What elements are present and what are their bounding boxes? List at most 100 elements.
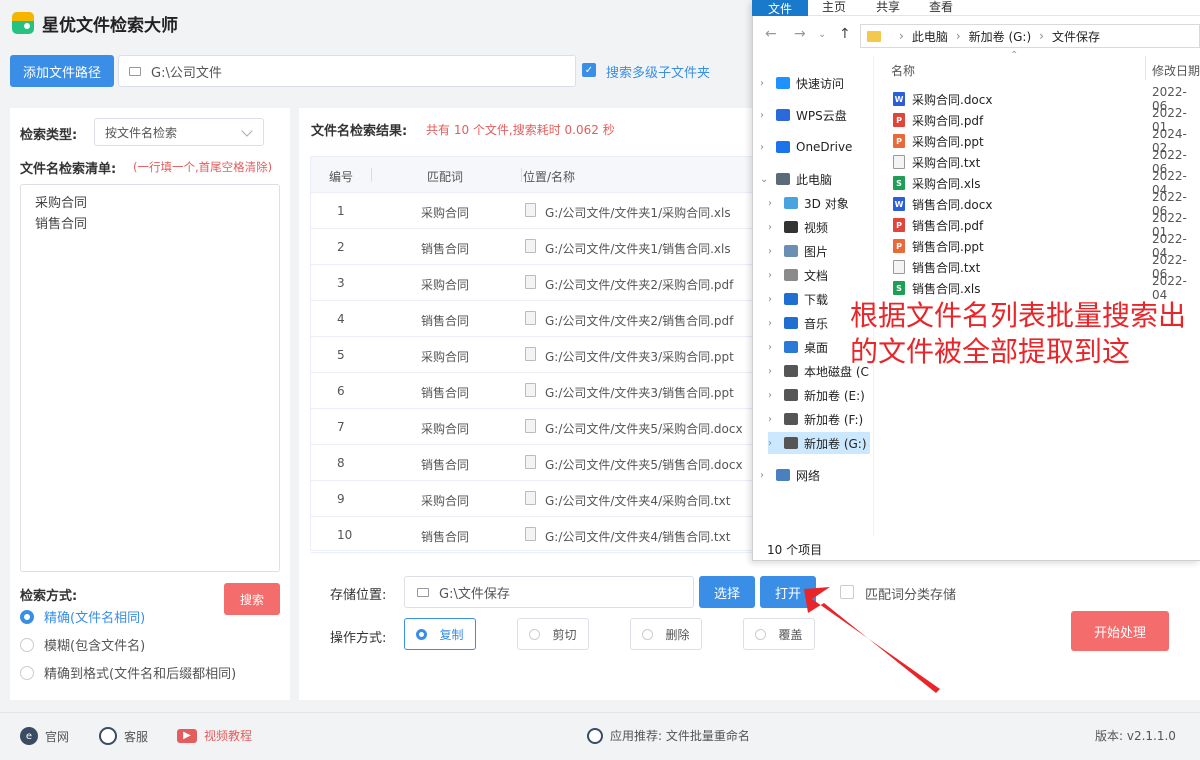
- search-type-select[interactable]: 按文件名检索: [94, 118, 264, 146]
- chevron-right-icon[interactable]: ›: [768, 318, 778, 329]
- cell-path: G:/公司文件/文件夹2/采购合同.pdf: [545, 278, 734, 292]
- table-row[interactable]: 6 销售合同 G:/公司文件/文件夹3/销售合同.ppt: [311, 373, 759, 409]
- cell-word: 销售合同: [421, 530, 470, 544]
- radio-icon: [416, 628, 428, 640]
- column-header-date[interactable]: 修改日期: [1152, 62, 1200, 79]
- nav-item[interactable]: › OneDrive: [760, 136, 870, 158]
- table-row[interactable]: 5 采购合同 G:/公司文件/文件夹3/采购合同.ppt: [311, 337, 759, 373]
- nav-item[interactable]: › 网络: [760, 464, 870, 486]
- breadcrumb-item[interactable]: 文件保存: [1052, 28, 1100, 45]
- chevron-right-icon[interactable]: ›: [760, 110, 770, 121]
- mode-label-text: 模糊(包含文件名): [44, 639, 146, 654]
- search-button[interactable]: 搜索: [224, 583, 280, 615]
- table-row[interactable]: 7 采购合同 G:/公司文件/文件夹5/采购合同.docx: [311, 409, 759, 445]
- drive-icon: [784, 413, 798, 425]
- service-link[interactable]: 客服: [99, 727, 148, 745]
- file-name: 销售合同.ppt: [912, 239, 984, 254]
- video-tutorial-link[interactable]: ▶ 视频教程: [177, 727, 252, 744]
- folder-icon: [867, 30, 881, 42]
- chevron-right-icon[interactable]: ›: [760, 78, 770, 89]
- chevron-right-icon[interactable]: ›: [768, 366, 778, 377]
- file-name: 采购合同.docx: [912, 92, 993, 107]
- nav-item[interactable]: › 新加卷 (E:): [768, 384, 870, 406]
- radio-icon: [755, 628, 767, 640]
- chevron-right-icon[interactable]: ›: [768, 438, 778, 449]
- chevron-right-icon[interactable]: ›: [768, 222, 778, 233]
- add-file-path-button[interactable]: 添加文件路径: [10, 55, 114, 87]
- table-row[interactable]: 1 采购合同 G:/公司文件/文件夹1/采购合同.xls: [311, 193, 759, 229]
- op-copy-radio[interactable]: 复制: [404, 618, 476, 650]
- table-row[interactable]: 8 销售合同 G:/公司文件/文件夹5/销售合同.docx: [311, 445, 759, 481]
- nav-item[interactable]: › WPS云盘: [760, 104, 870, 126]
- subfolder-label[interactable]: 搜索多级子文件夹: [606, 62, 710, 81]
- breadcrumb-item[interactable]: 新加卷 (G:): [969, 28, 1032, 45]
- file-type-icon: P: [893, 134, 905, 148]
- filename-list-textarea[interactable]: 采购合同 销售合同: [20, 184, 280, 572]
- recommend-link[interactable]: 应用推荐: 文件批量重命名: [587, 727, 750, 744]
- path-field[interactable]: G:\公司文件: [118, 55, 576, 87]
- chevron-right-icon[interactable]: ›: [760, 470, 770, 481]
- chevron-right-icon[interactable]: ›: [768, 270, 778, 281]
- file-type-icon: S: [893, 281, 905, 295]
- forward-arrow-icon[interactable]: →: [794, 26, 806, 42]
- cell-word: 采购合同: [421, 350, 470, 364]
- cell-word: 采购合同: [421, 422, 470, 436]
- mode-exact-format-radio[interactable]: 精确到格式(文件名和后缀都相同): [20, 663, 236, 682]
- cell-num: 1: [337, 204, 345, 218]
- table-row[interactable]: 10 销售合同 G:/公司文件/文件夹4/销售合同.txt: [311, 517, 759, 553]
- table-row[interactable]: 9 采购合同 G:/公司文件/文件夹4/采购合同.txt: [311, 481, 759, 517]
- table-row[interactable]: 4 销售合同 G:/公司文件/文件夹2/销售合同.pdf: [311, 301, 759, 337]
- website-link[interactable]: e 官网: [20, 727, 69, 745]
- chevron-right-icon: ›: [955, 29, 961, 43]
- chevron-down-icon[interactable]: ⌄: [760, 174, 770, 185]
- music-icon: [784, 317, 798, 329]
- nav-item[interactable]: › 文档: [768, 264, 870, 286]
- op-delete-radio[interactable]: 删除: [630, 618, 702, 650]
- address-bar[interactable]: › 此电脑 › 新加卷 (G:) › 文件保存: [860, 24, 1200, 48]
- chevron-right-icon[interactable]: ›: [768, 198, 778, 209]
- file-name: 采购合同.txt: [912, 155, 981, 170]
- ribbon-tab-view[interactable]: 查看: [929, 0, 953, 15]
- chevron-right-icon[interactable]: ›: [760, 142, 770, 153]
- nav-item-label: 音乐: [804, 316, 829, 331]
- table-row[interactable]: 3 采购合同 G:/公司文件/文件夹2/采购合同.pdf: [311, 265, 759, 301]
- ribbon-tab-share[interactable]: 共享: [876, 0, 900, 15]
- search-type-label: 检索类型:: [20, 128, 78, 143]
- back-arrow-icon[interactable]: ←: [765, 26, 777, 42]
- nav-item[interactable]: › 新加卷 (G:): [768, 432, 870, 454]
- results-table[interactable]: 编号 匹配词 位置/名称 1 采购合同 G:/公司文件/文件夹1/采购合同.xls 2…: [310, 156, 760, 553]
- op-cut-radio[interactable]: 剪切: [517, 618, 589, 650]
- chevron-right-icon[interactable]: ›: [768, 414, 778, 425]
- breadcrumb-item[interactable]: 此电脑: [912, 28, 948, 45]
- op-label-text: 复制: [439, 627, 464, 642]
- arrow-shape: [804, 587, 940, 693]
- header-path: 位置/名称: [523, 170, 576, 184]
- chevron-right-icon[interactable]: ›: [768, 342, 778, 353]
- column-header-name[interactable]: 名称: [891, 62, 915, 79]
- up-arrow-icon[interactable]: ↑: [839, 26, 851, 42]
- cell-num: 2: [337, 240, 345, 254]
- ribbon-tab-file[interactable]: 文件: [752, 0, 808, 16]
- choose-button[interactable]: 选择: [699, 576, 755, 608]
- chevron-down-icon[interactable]: ⌄: [818, 29, 826, 40]
- nav-item[interactable]: › 视频: [768, 216, 870, 238]
- mode-exact-radio[interactable]: 精确(文件名相同): [20, 607, 145, 626]
- cell-path: G:/公司文件/文件夹3/采购合同.ppt: [545, 350, 734, 364]
- subfolder-checkbox[interactable]: ✓: [582, 63, 596, 77]
- chevron-right-icon[interactable]: ›: [768, 246, 778, 257]
- mode-fuzzy-radio[interactable]: 模糊(包含文件名): [20, 635, 145, 654]
- nav-item[interactable]: › 3D 对象: [768, 192, 870, 214]
- nav-item[interactable]: › 新加卷 (F:): [768, 408, 870, 430]
- nav-item[interactable]: › 图片: [768, 240, 870, 262]
- storage-path-field[interactable]: G:\文件保存: [404, 576, 694, 608]
- chevron-right-icon[interactable]: ›: [768, 294, 778, 305]
- ribbon-tab-home[interactable]: 主页: [822, 0, 846, 15]
- chevron-right-icon[interactable]: ›: [768, 390, 778, 401]
- table-row[interactable]: 2 销售合同 G:/公司文件/文件夹1/销售合同.xls: [311, 229, 759, 265]
- cell-path: G:/公司文件/文件夹2/销售合同.pdf: [545, 314, 734, 328]
- file-list-item[interactable]: S 销售合同.xls 2022-04: [893, 274, 1200, 302]
- nav-item[interactable]: ⌄ 此电脑: [760, 168, 870, 190]
- file-name: 销售合同.xls: [912, 281, 981, 296]
- nav-item[interactable]: › 快速访问: [760, 72, 870, 94]
- start-processing-button[interactable]: 开始处理: [1071, 611, 1169, 651]
